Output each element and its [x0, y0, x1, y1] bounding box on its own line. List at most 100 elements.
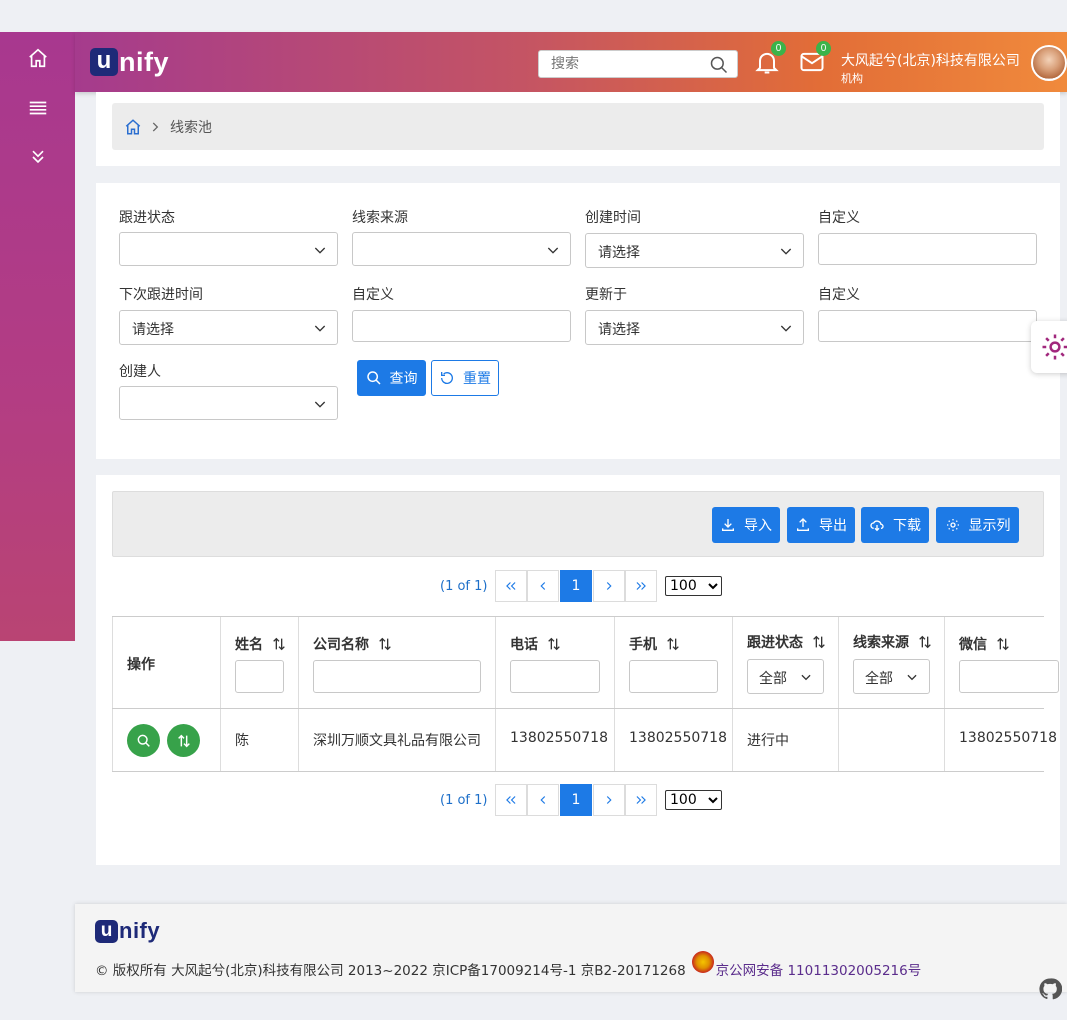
custom2-input[interactable] [352, 310, 571, 342]
reset-button[interactable]: 重置 [431, 360, 499, 396]
lead-source-label: 线索来源 [352, 210, 408, 226]
updated-value: 请选择 [598, 322, 640, 338]
col-lead-source-title[interactable]: 线索来源 [853, 632, 933, 652]
notifications-badge: 0 [771, 41, 786, 56]
unify-logo[interactable]: u nify [90, 46, 169, 78]
lead-source-filter-select[interactable]: 全部 [853, 659, 930, 694]
last-page-button[interactable] [625, 570, 657, 602]
row-name: 陈 [235, 733, 249, 749]
row-phone: 13802550718 [510, 730, 608, 746]
col-mobile: 手机 [615, 617, 733, 708]
upload-icon [797, 518, 809, 531]
filter-card: 跟进状态 线索来源 创建时间 请选择 自定义 下次跟进时间 请选择 自定义 更新… [96, 183, 1060, 459]
download-button[interactable]: 下载 [861, 507, 929, 543]
creator-label: 创建人 [119, 364, 161, 380]
first-page-button[interactable] [495, 570, 527, 602]
view-button[interactable] [127, 724, 160, 757]
home-icon[interactable] [24, 44, 52, 72]
follow-status-filter-value: 全部 [759, 671, 787, 687]
name-filter-input[interactable] [235, 660, 284, 693]
col-company-label: 公司名称 [313, 637, 369, 653]
footer-logo-u: u [95, 919, 118, 943]
copyright-line: © 版权所有 大风起兮(北京)科技有限公司 2013~2022 京ICP备170… [95, 951, 922, 979]
col-lead-source-label: 线索来源 [853, 635, 909, 651]
refresh-icon [440, 372, 453, 384]
next-follow-value: 请选择 [132, 322, 174, 338]
page-size-select[interactable]: 100 [665, 790, 722, 810]
footer-logo-text: nify [119, 918, 161, 943]
download-label: 下载 [893, 518, 921, 534]
download-icon [722, 519, 734, 531]
export-button[interactable]: 导出 [787, 507, 855, 543]
created-time-select[interactable]: 请选择 [585, 233, 804, 268]
leads-table: 操作 姓名 公司名称 电话 手机 跟进状态 全部 线索来源 全部 微信 陈 深圳… [112, 616, 1059, 772]
avatar[interactable] [1031, 45, 1067, 81]
company-filter-input[interactable] [313, 660, 481, 693]
cloud-download-icon [870, 520, 884, 532]
row-mobile-cell: 13802550718 [615, 709, 733, 771]
org-name[interactable]: 大风起兮(北京)科技有限公司 [841, 50, 1020, 70]
search-icon[interactable] [709, 55, 729, 75]
page-button[interactable]: 1 [560, 570, 592, 602]
mobile-filter-input[interactable] [629, 660, 718, 693]
chevrons-down-icon[interactable] [24, 143, 52, 171]
next-page-button[interactable] [593, 570, 625, 602]
import-label: 导入 [744, 518, 772, 534]
transfer-button[interactable] [167, 724, 200, 757]
sort-icon [177, 734, 190, 747]
github-icon[interactable] [1038, 977, 1063, 1001]
footer: u nify © 版权所有 大风起兮(北京)科技有限公司 2013~2022 京… [75, 904, 1067, 992]
updated-label: 更新于 [585, 287, 627, 303]
first-page-button[interactable] [495, 784, 527, 816]
table-row[interactable]: 陈 深圳万顺文具礼品有限公司 13802550718 13802550718 进… [112, 709, 1057, 771]
settings-float-button[interactable] [1031, 321, 1067, 373]
search-input[interactable] [539, 51, 699, 77]
query-button[interactable]: 查询 [357, 360, 426, 396]
chevrons-left-icon [506, 582, 516, 590]
updated-select[interactable]: 请选择 [585, 310, 804, 345]
follow-status-filter-select[interactable]: 全部 [747, 659, 824, 694]
col-follow-status-title[interactable]: 跟进状态 [747, 632, 827, 652]
notifications-button[interactable]: 0 [753, 41, 786, 76]
col-phone-title[interactable]: 电话 [510, 634, 562, 654]
page-button[interactable]: 1 [560, 784, 592, 816]
gongan-link[interactable]: 京公网安备 11011302005216号 [716, 959, 922, 979]
last-page-button[interactable] [625, 784, 657, 816]
col-actions-title: 操作 [127, 657, 155, 673]
pager-info: (1 of 1) [440, 579, 488, 594]
row-lead-source-cell [839, 709, 945, 771]
creator-select[interactable] [119, 386, 338, 420]
lead-source-select[interactable] [352, 232, 571, 266]
menu-icon[interactable] [24, 94, 52, 122]
row-company: 深圳万顺文具礼品有限公司 [313, 733, 481, 749]
prev-page-button[interactable] [527, 570, 559, 602]
phone-filter-input[interactable] [510, 660, 600, 693]
prev-page-button[interactable] [527, 784, 559, 816]
custom3-input[interactable] [818, 310, 1037, 342]
columns-button[interactable]: 显示列 [936, 507, 1019, 543]
footer-logo[interactable]: u nify [95, 918, 160, 944]
chevron-left-icon [540, 582, 546, 590]
wechat-filter-input[interactable] [959, 660, 1059, 693]
home-icon[interactable] [124, 118, 142, 136]
next-page-button[interactable] [593, 784, 625, 816]
breadcrumb-current: 线索池 [170, 119, 212, 136]
import-button[interactable]: 导入 [712, 507, 780, 543]
row-wechat-cell: 13802550718 [945, 709, 1060, 771]
col-mobile-title[interactable]: 手机 [629, 634, 681, 654]
col-wechat-title[interactable]: 微信 [959, 634, 1011, 654]
police-emblem-icon [691, 951, 714, 973]
custom1-input[interactable] [818, 233, 1037, 265]
col-name-title[interactable]: 姓名 [235, 634, 287, 654]
custom2-label: 自定义 [352, 287, 394, 303]
col-company-title[interactable]: 公司名称 [313, 634, 393, 654]
row-wechat: 13802550718 [959, 730, 1057, 746]
sort-icon [997, 637, 1009, 651]
follow-status-select[interactable] [119, 232, 338, 266]
messages-button[interactable]: 0 [798, 41, 831, 76]
next-follow-select[interactable]: 请选择 [119, 310, 338, 345]
pager-info: (1 of 1) [440, 793, 488, 808]
export-label: 导出 [819, 518, 847, 534]
page-size-select[interactable]: 100 [665, 576, 722, 596]
col-lead-source: 线索来源 全部 [839, 617, 945, 708]
